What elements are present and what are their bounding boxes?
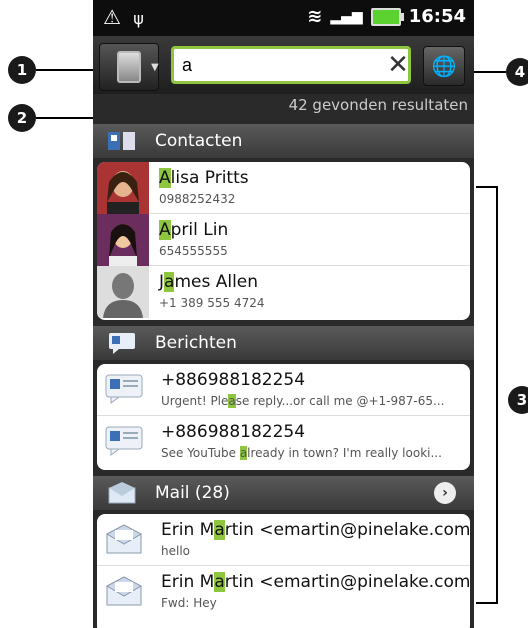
messages-icon (109, 333, 135, 354)
message-icon (105, 374, 143, 404)
search-scope-button[interactable] (99, 43, 159, 91)
signal-icon: ▂▄▆ (330, 8, 363, 25)
search-bar: ▼ ✕ 🌐 (93, 36, 474, 94)
mail-subject: hello (161, 544, 190, 558)
section-contacts-header: Contacten (93, 124, 474, 158)
message-sender: +886988182254 (161, 370, 306, 390)
contact-phone: +1 389 555 4724 (159, 296, 265, 310)
contact-row[interactable]: Alisa Pritts 0988252432 (97, 162, 470, 214)
message-row[interactable]: +886988182254 Urgent! Please reply...or … (97, 364, 470, 416)
status-right-icons: ≋ ▂▄▆ 16:54 (307, 6, 466, 27)
globe-search-icon: 🌐 (431, 54, 457, 78)
callout-1-line (36, 69, 100, 71)
section-messages-label: Berichten (155, 333, 237, 353)
message-icon (105, 426, 143, 456)
contact-name: April Lin (159, 220, 229, 240)
message-preview: See YouTube already in town? I'm really … (161, 446, 442, 460)
chevron-down-icon[interactable]: ▼ (151, 62, 159, 73)
mail-sender: Erin Martin <emartin@pinelake.com> (161, 520, 470, 540)
wifi-icon: ≋ (307, 6, 323, 27)
contact-row[interactable]: James Allen +1 389 555 4724 (97, 266, 470, 318)
results-count: 42 gevonden resultaten (288, 96, 468, 114)
phone-screen: ⚠ ψ ≋ ▂▄▆ 16:54 ▼ ✕ 🌐 42 gevonden result… (93, 0, 474, 628)
message-sender: +886988182254 (161, 422, 306, 442)
callout-4: 4 (506, 58, 528, 86)
contacts-list: Alisa Pritts 0988252432 April Lin 654555… (97, 162, 470, 320)
envelope-icon (105, 524, 143, 554)
contact-phone: 0988252432 (159, 192, 236, 206)
contact-photo (97, 162, 149, 214)
message-row[interactable]: +886988182254 See YouTube already in tow… (97, 416, 470, 468)
clear-icon[interactable]: ✕ (385, 50, 411, 80)
status-left-icons: ⚠ ψ (103, 5, 144, 29)
section-mail-label: Mail (28) (155, 483, 230, 503)
section-mail-header[interactable]: Mail (28) › (93, 476, 474, 510)
callout-3-bracket-top (476, 186, 498, 188)
section-contacts-label: Contacten (155, 131, 243, 151)
callout-3-bracket-bottom (476, 602, 498, 604)
mail-subject: Fwd: Hey (161, 596, 217, 610)
mail-row[interactable]: Erin Martin <emartin@pinelake.com> Fwd: … (97, 566, 470, 618)
search-input[interactable] (171, 46, 411, 84)
envelope-icon (105, 576, 143, 606)
contact-name: James Allen (159, 272, 259, 292)
usb-icon: ψ (133, 9, 144, 28)
web-search-button[interactable]: 🌐 (423, 46, 465, 86)
status-bar: ⚠ ψ ≋ ▂▄▆ 16:54 (93, 0, 474, 36)
chevron-right-icon[interactable]: › (434, 482, 456, 504)
message-preview: Urgent! Please reply...or call me @+1-98… (161, 394, 445, 408)
section-messages-header: Berichten (93, 326, 474, 360)
battery-icon (370, 7, 404, 26)
warning-icon: ⚠ (103, 5, 121, 29)
callout-2: 2 (8, 104, 36, 132)
mail-sender: Erin Martin <emartin@pinelake.com> (161, 572, 470, 592)
mail-list: Erin Martin <emartin@pinelake.com> hello… (97, 514, 470, 628)
contact-name: Alisa Pritts (159, 168, 249, 188)
mail-row[interactable]: Erin Martin <emartin@pinelake.com> hello (97, 514, 470, 566)
mail-icon (108, 482, 136, 504)
contact-photo (97, 214, 149, 266)
callout-3-bracket-v (496, 186, 498, 604)
callout-3: 3 (508, 386, 528, 414)
default-avatar-icon (97, 266, 149, 318)
status-time: 16:54 (408, 6, 466, 27)
callout-1: 1 (8, 56, 36, 84)
phone-icon (117, 51, 141, 83)
messages-list: +886988182254 Urgent! Please reply...or … (97, 364, 470, 470)
contact-row[interactable]: April Lin 654555555 (97, 214, 470, 266)
contact-phone: 654555555 (159, 244, 228, 258)
contacts-icon (108, 132, 135, 150)
